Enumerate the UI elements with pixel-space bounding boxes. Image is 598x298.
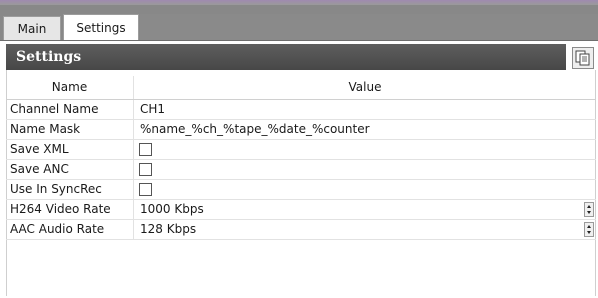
save-xml-checkbox[interactable] [139, 143, 152, 156]
aac-audio-rate-value: 128 Kbps [140, 222, 197, 236]
channel-name-field[interactable]: CH1 [134, 100, 596, 119]
spinner-icon[interactable] [584, 202, 594, 217]
tab-main[interactable]: Main [3, 16, 61, 40]
column-header-value: Value [348, 80, 382, 94]
table-row: Save XML [6, 140, 596, 160]
property-name: Name Mask [6, 120, 134, 139]
property-name: Channel Name [6, 100, 134, 119]
copy-button[interactable] [572, 47, 594, 69]
grid-header-row: Name Value [6, 76, 596, 100]
h264-video-rate-field[interactable]: 1000 Kbps [134, 200, 596, 219]
table-row: Name Mask %name_%ch_%tape_%date_%counter [6, 120, 596, 140]
table-row: AAC Audio Rate 128 Kbps [6, 220, 596, 240]
use-in-syncrec-checkbox[interactable] [139, 183, 152, 196]
aac-audio-rate-field[interactable]: 128 Kbps [134, 220, 596, 239]
tab-bar-fill [140, 14, 598, 41]
property-grid: Name Value Channel Name CH1 Name Mask %n… [6, 76, 596, 240]
column-header-name: Name [6, 76, 134, 99]
table-row: H264 Video Rate 1000 Kbps [6, 200, 596, 220]
use-in-syncrec-cell [134, 180, 596, 199]
save-xml-cell [134, 140, 596, 159]
copy-icon [575, 50, 590, 66]
spinner-icon[interactable] [584, 222, 594, 237]
table-row: Use In SyncRec [6, 180, 596, 200]
table-row: Channel Name CH1 [6, 100, 596, 120]
name-mask-field[interactable]: %name_%ch_%tape_%date_%counter [134, 120, 596, 139]
h264-video-rate-value: 1000 Kbps [140, 202, 204, 216]
property-name: AAC Audio Rate [6, 220, 134, 239]
save-anc-cell [134, 160, 596, 179]
tab-settings[interactable]: Settings [63, 14, 139, 40]
property-name: Save XML [6, 140, 134, 159]
panel-title: Settings [6, 44, 566, 70]
property-name: Save ANC [6, 160, 134, 179]
property-name: Use In SyncRec [6, 180, 134, 199]
save-anc-checkbox[interactable] [139, 163, 152, 176]
tab-bar: Main Settings [0, 0, 598, 41]
window-top-stripe [0, 0, 598, 5]
property-name: H264 Video Rate [6, 200, 134, 219]
table-row: Save ANC [6, 160, 596, 180]
